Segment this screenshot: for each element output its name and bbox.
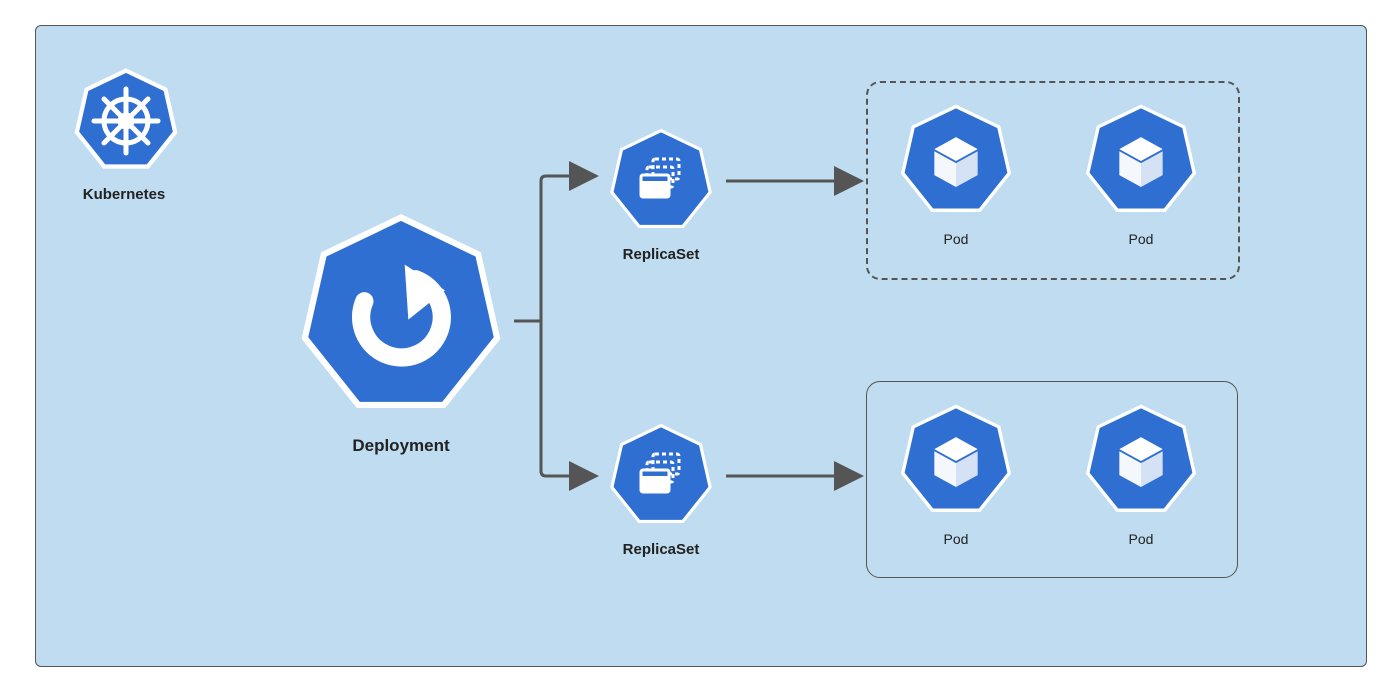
diagram-canvas: Kubernetes Deployment ReplicaSet [35,25,1367,667]
connectors [36,26,1366,666]
